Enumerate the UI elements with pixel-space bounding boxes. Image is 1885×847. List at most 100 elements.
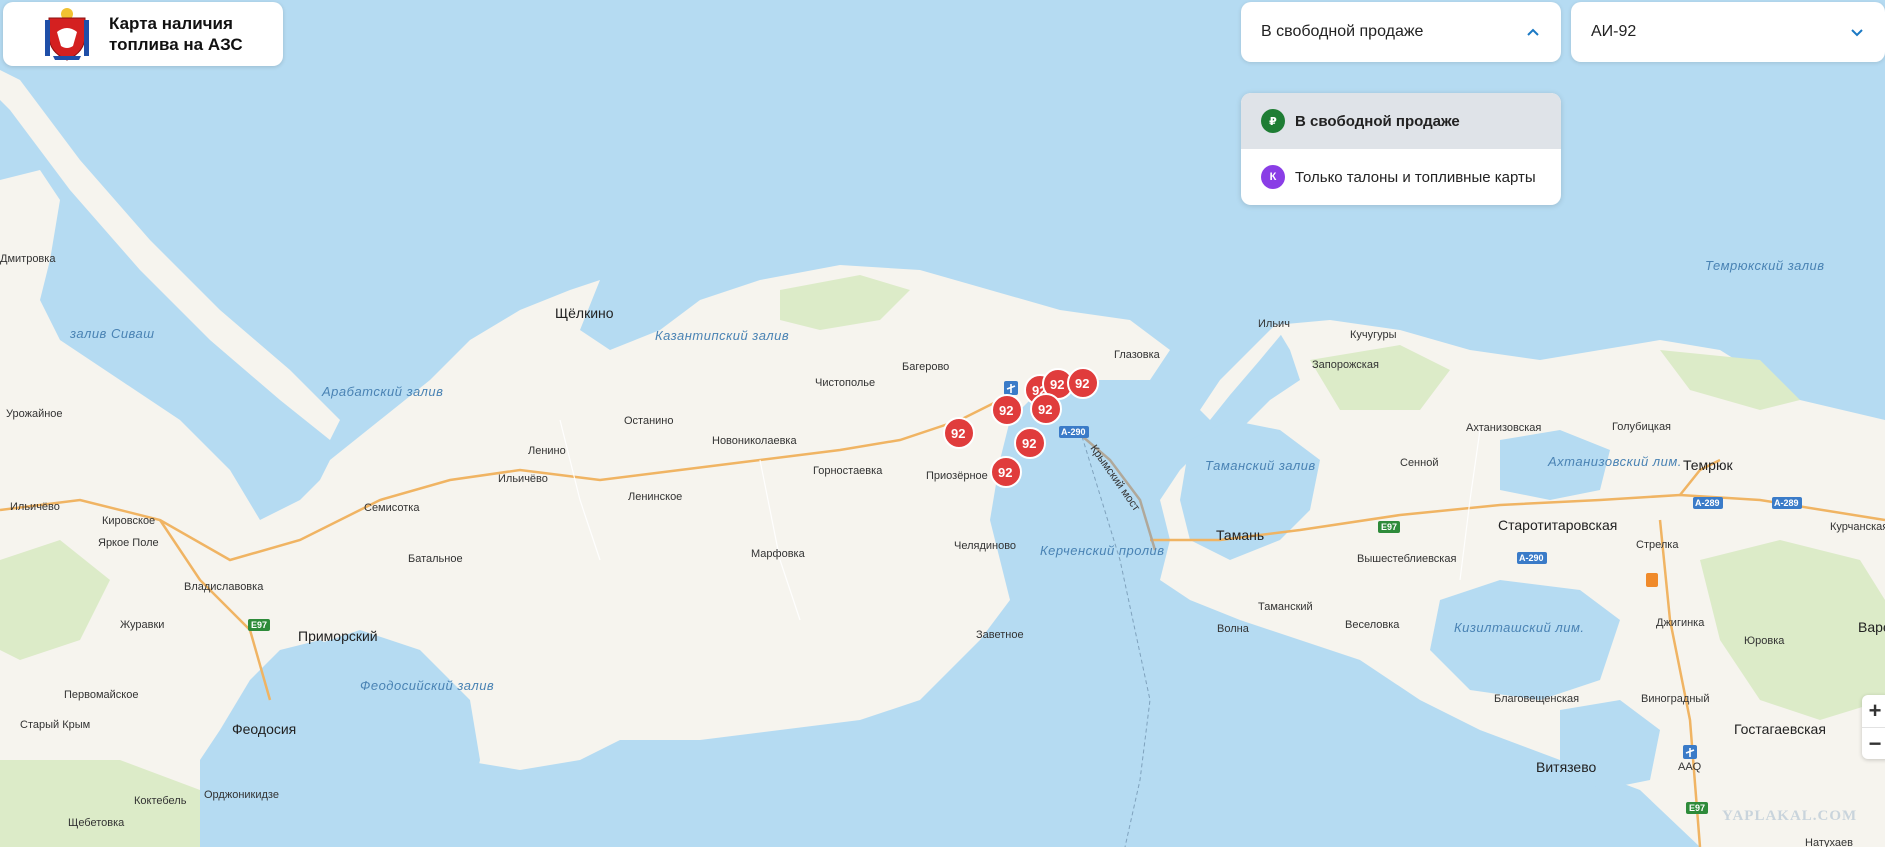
fuel-marker-label: 92	[1038, 402, 1052, 417]
label-kuchuguri: Кучугуры	[1350, 329, 1397, 341]
label-yarkoe-pole: Яркое Поле	[98, 537, 159, 549]
label-semisotka: Семисотка	[364, 502, 420, 514]
label-feodosia-gulf: Феодосийский залив	[360, 678, 494, 693]
fuel-marker-label: 92	[1075, 376, 1089, 391]
label-batalnoe: Батальное	[408, 553, 463, 565]
fuel-marker-label: 92	[1050, 377, 1064, 392]
label-primorsky: Приморский	[298, 628, 378, 644]
label-feodosia: Феодосия	[232, 721, 296, 737]
label-temryuk: Темрюк	[1683, 457, 1733, 473]
road-shield-e97: E97	[248, 619, 270, 631]
road-shield-a289: A-289	[1693, 497, 1723, 509]
road-shield-e97-label: E97	[1381, 522, 1397, 532]
label-taman: Тамань	[1216, 527, 1264, 543]
label-vinogradny: Виноградный	[1641, 693, 1709, 705]
road-shield-e97-label: E97	[251, 620, 267, 630]
label-kurchanskaya: Курчанская	[1830, 521, 1885, 533]
mode-option-free-sale[interactable]: ₽ В свободной продаже	[1241, 93, 1561, 149]
chevron-up-icon	[1527, 28, 1539, 36]
fuel-marker[interactable]: 92	[1067, 367, 1099, 399]
label-aaq: AAQ	[1678, 761, 1702, 773]
label-vityazevo: Витязево	[1536, 759, 1596, 775]
fuel-select-value: АИ-92	[1591, 23, 1637, 40]
label-ordzhonikidze: Орджоникидзе	[204, 789, 279, 801]
label-starotitarovskaya: Старотитаровская	[1498, 517, 1617, 533]
label-strelka: Стрелка	[1636, 539, 1679, 551]
road-shield-e97-label: E97	[1689, 803, 1705, 813]
label-kazantip-gulf: Казантипский залив	[655, 328, 789, 343]
label-urozhaynoe: Урожайное	[6, 408, 63, 420]
label-chelyadinovo: Челядиново	[954, 540, 1016, 552]
label-chistopole: Чистополье	[815, 377, 875, 389]
label-tamansky: Таманский	[1258, 601, 1313, 613]
mode-option-coupons[interactable]: К Только талоны и топливные карты	[1241, 149, 1561, 205]
road-shield-e97: E97	[1686, 802, 1708, 814]
label-koktebel: Коктебель	[134, 795, 187, 807]
label-yurovka: Юровка	[1744, 635, 1785, 647]
fuel-station-icon[interactable]	[1646, 573, 1658, 587]
road-shield-a289-label: A-289	[1695, 498, 1720, 508]
label-glazovka: Глазовка	[1114, 349, 1161, 361]
ruble-icon: ₽	[1261, 109, 1285, 133]
fuel-marker[interactable]: 92	[943, 417, 975, 449]
fuel-marker-label: 92	[998, 465, 1012, 480]
label-veselovka: Веселовка	[1345, 619, 1400, 631]
label-novonikolaevka: Новониколаевка	[712, 435, 797, 447]
label-dzhiginka: Джигинка	[1656, 617, 1705, 629]
mode-dropdown: ₽ В свободной продаже К Только талоны и …	[1241, 93, 1561, 205]
label-temryuk-gulf: Темрюкский залив	[1705, 258, 1825, 273]
fuel-marker-label: 92	[1022, 436, 1036, 451]
app-title: Карта наличия топлива на АЗС	[109, 14, 243, 54]
label-vladislavovka: Владиславовка	[184, 581, 264, 593]
label-stary-krym: Старый Крым	[20, 719, 90, 731]
fuel-marker[interactable]: 92	[1030, 393, 1062, 425]
zoom-controls: + −	[1862, 695, 1885, 759]
fuel-select[interactable]: АИ-92	[1571, 2, 1885, 62]
label-zaporozhskaya: Запорожская	[1312, 359, 1379, 371]
fuel-station-icon-bg	[1646, 573, 1658, 587]
road-shield-a290: A-290	[1059, 426, 1089, 438]
zoom-in-button[interactable]: +	[1862, 695, 1885, 728]
label-vyshestebliyevskaya: Вышестеблиевская	[1357, 553, 1456, 565]
label-gostagaevskaya: Гостагаевская	[1734, 721, 1826, 737]
fuel-marker[interactable]: 92	[990, 456, 1022, 488]
airport-icon[interactable]	[1004, 381, 1018, 395]
label-shchelkino: Щёлкино	[555, 305, 614, 321]
label-kirovskoe: Кировское	[102, 515, 155, 527]
mode-select[interactable]: В свободной продаже	[1241, 2, 1561, 62]
label-varenikovskaya: Варе	[1858, 619, 1885, 635]
road-shield-a290: A-290	[1517, 552, 1547, 564]
label-arabat-gulf: Арабатский залив	[321, 384, 443, 399]
label-akhtanizovskaya: Ахтанизовская	[1466, 422, 1541, 434]
road-shield-a290-label: A-290	[1061, 427, 1086, 437]
label-shchebetovka: Щебетовка	[68, 817, 125, 829]
app-header-card: Карта наличия топлива на АЗС	[3, 2, 283, 66]
label-taman-gulf: Таманский залив	[1205, 458, 1316, 473]
label-volna: Волна	[1217, 623, 1250, 635]
label-bagerovo: Багерово	[902, 361, 949, 373]
label-lenino: Ленино	[528, 445, 566, 457]
fuel-marker[interactable]: 92	[1014, 427, 1046, 459]
chevron-down-icon	[1851, 29, 1863, 37]
map-canvas[interactable]: залив Сиваш Арабатский залив Казантипски…	[0, 0, 1885, 847]
label-leninskoe: Ленинское	[628, 491, 682, 503]
airport-icon[interactable]	[1683, 745, 1697, 759]
fuel-marker-label: 92	[951, 426, 965, 441]
zoom-out-button[interactable]: −	[1862, 728, 1885, 760]
mode-option-label: Только талоны и топливные карты	[1295, 168, 1536, 186]
mode-select-value: В свободной продаже	[1261, 23, 1424, 40]
label-zhuravki: Журавки	[120, 619, 164, 631]
road-shield-a290-label: A-290	[1519, 553, 1544, 563]
label-marfovka: Марфовка	[751, 548, 806, 560]
label-ilichevo: Ильичёво	[498, 473, 548, 485]
card-icon: К	[1261, 165, 1285, 189]
fuel-marker[interactable]: 92	[991, 394, 1023, 426]
road-shield-a289-label: A-289	[1774, 498, 1799, 508]
crimea-emblem-icon	[45, 8, 89, 61]
label-akhtaniz-liman: Ахтанизовский лим.	[1547, 454, 1682, 469]
label-pervomayskoe: Первомайское	[64, 689, 138, 701]
label-kiziltash-liman: Кизилташский лим.	[1454, 620, 1585, 635]
label-ilyich: Ильич	[1258, 318, 1290, 330]
label-ilichevo-w: Ильичёво	[10, 501, 60, 513]
label-priozernoe: Приозёрное	[926, 470, 988, 482]
